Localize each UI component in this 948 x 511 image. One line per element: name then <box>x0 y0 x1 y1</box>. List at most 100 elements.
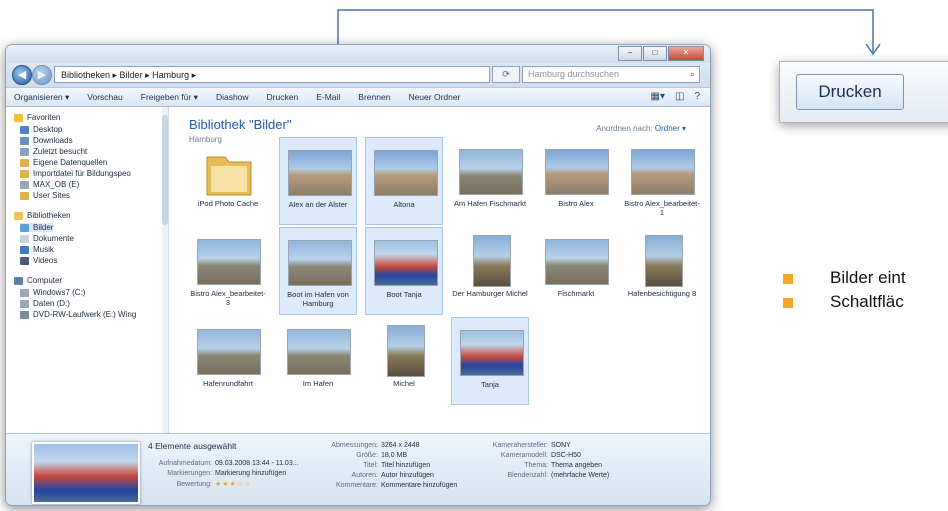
forward-arrow-icon[interactable]: ▶ <box>32 65 52 85</box>
detail-property: Größe: 18,0 MB <box>318 452 407 459</box>
folder-icon <box>197 149 259 196</box>
refresh-icon[interactable]: ⟳ <box>492 66 520 83</box>
nav-item-drive-e[interactable]: DVD-RW-Laufwerk (E:) Wing <box>20 310 136 319</box>
thumbnail-tile[interactable]: Am Hafen Fischmarkt <box>451 137 529 225</box>
folder-icon <box>20 191 29 200</box>
thumbnail-tile[interactable]: Bistro Alex <box>537 137 615 225</box>
nav-scrollbar-thumb[interactable] <box>162 115 168 225</box>
detail-value[interactable]: (mehrfache Werte) <box>551 472 609 479</box>
toolbar-new-folder[interactable]: Neuer Ordner <box>408 92 460 102</box>
arrange-by-value[interactable]: Ordner ▾ <box>655 124 686 133</box>
detail-key: Aufnahmedatum: <box>158 460 212 467</box>
nav-item-desktop[interactable]: Desktop <box>20 125 62 134</box>
thumbnail-tile[interactable]: Hafenrundfahrt <box>189 317 267 405</box>
nav-item-recent[interactable]: Zuletzt besucht <box>20 147 87 156</box>
back-arrow-icon[interactable]: ◀ <box>12 65 32 85</box>
file-view: Bibliothek "Bilder" Hamburg Anordnen nac… <box>169 107 710 433</box>
nav-computer-header[interactable]: Computer <box>14 276 62 285</box>
preview-pane-icon[interactable]: ◫ <box>675 91 684 102</box>
detail-value[interactable]: Thema angeben <box>551 462 602 469</box>
nav-item-videos[interactable]: Videos <box>20 256 57 265</box>
selection-count: 4 Elemente ausgewählt <box>148 441 237 451</box>
thumbnail-tile[interactable]: Bistro Alex_bearbeitet-3 <box>189 227 267 315</box>
nav-item-import[interactable]: Importdatei für Bildungspeo <box>20 169 131 178</box>
pictures-icon <box>20 223 29 232</box>
detail-value[interactable]: Titel hinzufügen <box>381 462 430 469</box>
detail-key: Kameramodell: <box>500 452 548 459</box>
nav-item-data-sources[interactable]: Eigene Datenquellen <box>20 158 107 167</box>
drive-icon <box>20 299 29 308</box>
detail-value[interactable]: 18,0 MB <box>381 452 407 459</box>
nav-item-max-ob[interactable]: MAX_OB (E) <box>20 180 79 189</box>
detail-value[interactable]: 09.03.2008 13:44 - 11.03... <box>215 460 299 467</box>
detail-key: Markierungen: <box>167 470 212 477</box>
detail-key: Autoren: <box>351 472 378 479</box>
detail-value[interactable]: Kommentare hinzufügen <box>381 482 457 489</box>
thumbnail-tile[interactable]: Tanja <box>451 317 529 405</box>
thumbnail-tile[interactable]: Boot Tanja <box>365 227 443 315</box>
arrange-by[interactable]: Anordnen nach: Ordner ▾ <box>596 124 686 133</box>
print-button[interactable]: Drucken <box>796 74 904 110</box>
photo-thumbnail <box>287 329 351 375</box>
nav-item-user-sites[interactable]: User Sites <box>20 191 70 200</box>
nav-favorites-header[interactable]: Favoriten <box>14 113 60 122</box>
thumbnail-caption: Hafenbesichtigung 8 <box>627 289 697 298</box>
thumbnail-tile[interactable]: iPod Photo Cache <box>189 137 267 225</box>
nav-item-pictures[interactable]: Bilder <box>20 223 54 232</box>
toolbar-email[interactable]: E-Mail <box>316 92 340 102</box>
search-input[interactable]: Hamburg durchsuchen ⌕ <box>522 66 700 83</box>
command-bar: Organisieren ▾ Vorschau Freigeben für ▾ … <box>6 87 710 107</box>
photo-thumbnail <box>545 149 609 195</box>
zoomed-toolbar-callout: Drucken <box>779 61 948 123</box>
photo-thumbnail <box>473 235 511 287</box>
nav-item-documents[interactable]: Dokumente <box>20 234 74 243</box>
thumbnail-caption: Altona <box>393 200 415 209</box>
thumbnail-tile[interactable]: Michel <box>365 317 443 405</box>
help-icon[interactable]: ? <box>694 91 700 102</box>
address-bar[interactable]: Bibliotheken ▸ Bilder ▸ Hamburg ▸ <box>54 66 490 83</box>
thumbnail-tile[interactable]: Bistro Alex_bearbeitet-1 <box>623 137 701 225</box>
nav-scrollbar[interactable] <box>162 107 168 433</box>
toolbar-slideshow[interactable]: Diashow <box>216 92 249 102</box>
rating-stars[interactable]: ★★★☆☆ <box>215 481 251 488</box>
photo-thumbnail <box>374 150 438 196</box>
detail-value[interactable]: Autor hinzufügen <box>381 472 434 479</box>
detail-value[interactable]: 3264 x 2448 <box>381 442 420 449</box>
thumbnail-tile[interactable]: Alex an der Alster <box>279 137 357 225</box>
thumbnail-caption: Im Hafen <box>302 379 334 388</box>
detail-property: Kommentare: Kommentare hinzufügen <box>318 482 457 489</box>
photo-thumbnail <box>631 149 695 195</box>
thumbnail-tile[interactable]: Der Hamburger Michel <box>451 227 529 315</box>
close-button[interactable]: ✕ <box>668 46 704 61</box>
thumbnail-tile[interactable]: Im Hafen <box>279 317 357 405</box>
documents-icon <box>20 234 29 243</box>
detail-value[interactable]: DSC-H50 <box>551 452 581 459</box>
preview-thumbnail <box>32 442 140 504</box>
library-title: Bibliothek "Bilder" <box>189 117 292 132</box>
nav-item-downloads[interactable]: Downloads <box>20 136 73 145</box>
thumbnail-tile[interactable]: Boot im Hafen von Hamburg <box>279 227 357 315</box>
thumbnail-tile[interactable]: Hafenbesichtigung 8 <box>623 227 701 315</box>
search-placeholder: Hamburg durchsuchen <box>528 69 620 79</box>
minimize-button[interactable]: – <box>618 46 642 61</box>
nav-item-drive-d[interactable]: Daten (D:) <box>20 299 70 308</box>
toolbar-burn[interactable]: Brennen <box>358 92 390 102</box>
thumbnail-tile[interactable]: Fischmarkt <box>537 227 615 315</box>
detail-value[interactable]: SONY <box>551 442 571 449</box>
photo-thumbnail <box>387 325 425 377</box>
nav-item-drive-c[interactable]: Windows7 (C:) <box>20 288 85 297</box>
nav-item-music[interactable]: Musik <box>20 245 54 254</box>
maximize-button[interactable]: □ <box>643 46 667 61</box>
toolbar-preview[interactable]: Vorschau <box>87 92 122 102</box>
view-options-icon[interactable]: ▦▾ <box>651 91 665 102</box>
detail-value[interactable]: Markierung hinzufügen <box>215 470 286 477</box>
toolbar-print[interactable]: Drucken <box>267 92 299 102</box>
nav-libraries-header[interactable]: Bibliotheken <box>14 211 71 220</box>
detail-property: Kamerahersteller: SONY <box>476 442 571 449</box>
toolbar-organize[interactable]: Organisieren ▾ <box>14 92 69 103</box>
star-icon <box>14 113 23 122</box>
toolbar-share[interactable]: Freigeben für ▾ <box>141 92 198 103</box>
thumbnail-caption: Boot im Hafen von Hamburg <box>287 290 349 308</box>
folder-icon <box>20 169 29 178</box>
thumbnail-tile[interactable]: Altona <box>365 137 443 225</box>
